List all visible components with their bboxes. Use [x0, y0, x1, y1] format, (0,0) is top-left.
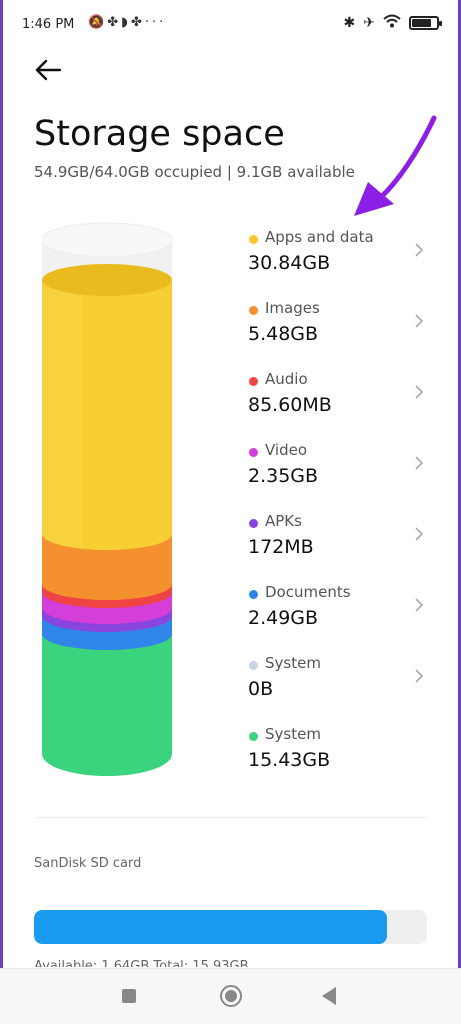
category-dot [249, 235, 258, 244]
category-images[interactable]: Images 5.48GB [246, 299, 436, 359]
chevron-right-icon [415, 456, 424, 470]
category-dot [249, 306, 258, 315]
category-dot [249, 661, 258, 670]
category-name: Documents [265, 583, 351, 601]
nav-back-button[interactable] [322, 987, 336, 1005]
category-size: 172MB [248, 536, 314, 558]
category-name: System [265, 725, 321, 743]
category-size: 15.43GB [248, 749, 331, 771]
category-apks[interactable]: APKs 172MB [246, 512, 436, 572]
muted-icon: 🔕 [88, 15, 108, 30]
segment-system [42, 634, 172, 776]
chevron-right-icon [415, 598, 424, 612]
wifi-icon [383, 14, 401, 32]
category-system: System 15.43GB [246, 725, 436, 785]
chevron-right-icon [415, 527, 424, 541]
category-name: APKs [265, 512, 302, 530]
category-apps-and-data[interactable]: Apps and data 30.84GB [246, 228, 436, 288]
pinwheel-icon: ✤ [107, 15, 122, 30]
notification-icons: 🔕✤◗✤··· [88, 15, 166, 30]
sd-card-usage-fill [34, 910, 387, 944]
back-button[interactable] [34, 58, 70, 88]
category-name: System [265, 654, 321, 672]
shield-icon: ◗ [121, 15, 131, 30]
category-name: Apps and data [265, 228, 374, 246]
battery-icon [409, 16, 442, 30]
category-system-other[interactable]: System 0B [246, 654, 436, 714]
page-title: Storage space [34, 114, 285, 154]
chevron-right-icon [415, 314, 424, 328]
category-name: Audio [265, 370, 308, 388]
recents-button[interactable] [122, 989, 136, 1003]
category-size: 2.35GB [248, 465, 319, 487]
navigation-bar [0, 968, 461, 1024]
status-bar: 1:46 PM 🔕✤◗✤··· ✱ ✈ [0, 0, 461, 50]
category-dot [249, 377, 258, 386]
home-button[interactable] [220, 985, 242, 1007]
storage-cylinder-chart [42, 222, 172, 776]
category-dot [249, 448, 258, 457]
storage-summary: 54.9GB/64.0GB occupied | 9.1GB available [34, 163, 355, 181]
bluetooth-icon: ✱ [343, 15, 356, 31]
category-size: 0B [248, 678, 274, 700]
system-icons: ✱ ✈ [343, 14, 442, 32]
sd-card-label: SanDisk SD card [34, 856, 142, 871]
category-dot [249, 590, 258, 599]
more-icon: ··· [144, 15, 167, 30]
chevron-right-icon [415, 385, 424, 399]
category-size: 2.49GB [248, 607, 319, 629]
sd-card-usage-bar[interactable] [34, 910, 427, 944]
category-documents[interactable]: Documents 2.49GB [246, 583, 436, 643]
category-size: 30.84GB [248, 252, 331, 274]
sd-card-info: Available: 1.64GB Total: 15.93GB [34, 959, 249, 967]
status-time: 1:46 PM [22, 17, 75, 32]
section-divider [34, 817, 427, 818]
annotation-arrow [354, 115, 437, 216]
chevron-right-icon [415, 669, 424, 683]
back-arrow-icon [35, 59, 62, 81]
category-size: 5.48GB [248, 323, 319, 345]
chevron-right-icon [415, 243, 424, 257]
category-name: Images [265, 299, 320, 317]
category-dot [249, 519, 258, 528]
pinwheel-icon: ✤ [130, 15, 145, 30]
airplane-icon: ✈ [363, 15, 375, 31]
category-video[interactable]: Video 2.35GB [246, 441, 436, 501]
category-audio[interactable]: Audio 85.60MB [246, 370, 436, 430]
category-name: Video [265, 441, 308, 459]
category-size: 85.60MB [248, 394, 332, 416]
category-dot [249, 732, 258, 741]
